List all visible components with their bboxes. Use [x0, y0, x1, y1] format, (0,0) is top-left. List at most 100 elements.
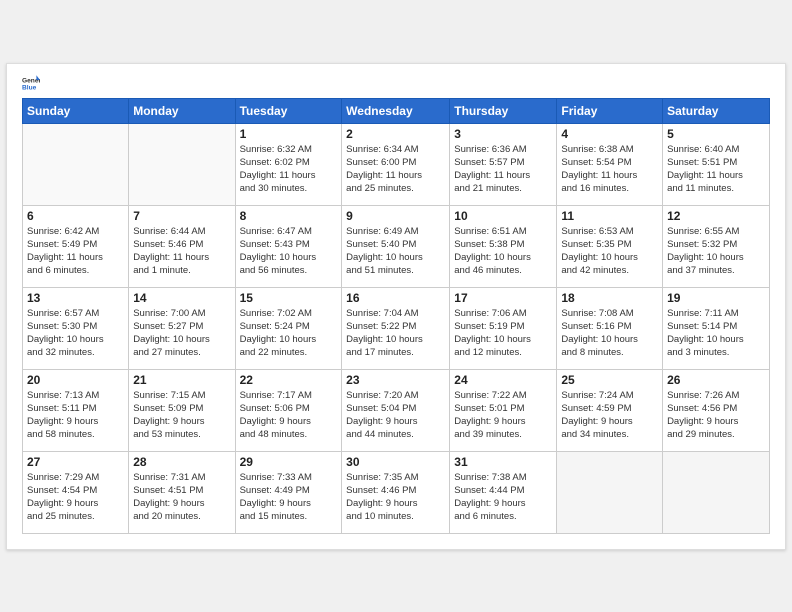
calendar-cell: 19 Sunrise: 7:11 AM Sunset: 5:14 PM Dayli… [663, 287, 770, 369]
calendar-cell: 3 Sunrise: 6:36 AM Sunset: 5:57 PM Daylig… [450, 123, 557, 205]
calendar-cell: 1 Sunrise: 6:32 AM Sunset: 6:02 PM Daylig… [235, 123, 342, 205]
calendar-row-1: 6 Sunrise: 6:42 AM Sunset: 5:49 PM Daylig… [23, 205, 770, 287]
day-info: Sunrise: 6:42 AM Sunset: 5:49 PM Dayligh… [27, 225, 124, 278]
calendar-row-2: 13Sunrise: 6:57 AM Sunset: 5:30 PM Dayli… [23, 287, 770, 369]
calendar-cell [23, 123, 129, 205]
day-number: 2 [346, 127, 445, 141]
weekday-header-thursday: Thursday [450, 98, 557, 123]
calendar-cell: 10Sunrise: 6:51 AM Sunset: 5:38 PM Dayli… [450, 205, 557, 287]
weekday-header-saturday: Saturday [663, 98, 770, 123]
day-number: 22 [240, 373, 338, 387]
calendar-cell: 18 Sunrise: 7:08 AM Sunset: 5:16 PM Dayli… [557, 287, 663, 369]
day-number: 9 [346, 209, 445, 223]
calendar-row-4: 27 Sunrise: 7:29 AM Sunset: 4:54 PM Dayli… [23, 451, 770, 533]
day-info: Sunrise: 6:57 AM Sunset: 5:30 PM Dayligh… [27, 307, 124, 360]
calendar-cell: 8 Sunrise: 6:47 AM Sunset: 5:43 PM Daylig… [235, 205, 342, 287]
calendar-row-3: 20 Sunrise: 7:13 AM Sunset: 5:11 PM Dayli… [23, 369, 770, 451]
day-info: Sunrise: 7:29 AM Sunset: 4:54 PM Dayligh… [27, 471, 124, 524]
day-number: 27 [27, 455, 124, 469]
day-info: Sunrise: 7:06 AM Sunset: 5:19 PM Dayligh… [454, 307, 552, 360]
day-number: 12 [667, 209, 765, 223]
day-number: 26 [667, 373, 765, 387]
calendar-cell: 27 Sunrise: 7:29 AM Sunset: 4:54 PM Dayli… [23, 451, 129, 533]
logo-icon: General Blue [22, 74, 40, 92]
calendar-cell [129, 123, 235, 205]
day-number: 19 [667, 291, 765, 305]
day-info: Sunrise: 7:13 AM Sunset: 5:11 PM Dayligh… [27, 389, 124, 442]
day-info: Sunrise: 7:04 AM Sunset: 5:22 PM Dayligh… [346, 307, 445, 360]
day-info: Sunrise: 7:35 AM Sunset: 4:46 PM Dayligh… [346, 471, 445, 524]
calendar-cell: 6 Sunrise: 6:42 AM Sunset: 5:49 PM Daylig… [23, 205, 129, 287]
day-number: 14 [133, 291, 230, 305]
day-number: 20 [27, 373, 124, 387]
day-info: Sunrise: 7:08 AM Sunset: 5:16 PM Dayligh… [561, 307, 658, 360]
day-info: Sunrise: 7:02 AM Sunset: 5:24 PM Dayligh… [240, 307, 338, 360]
weekday-header-sunday: Sunday [23, 98, 129, 123]
calendar-cell: 29 Sunrise: 7:33 AM Sunset: 4:49 PM Dayli… [235, 451, 342, 533]
calendar-cell: 24 Sunrise: 7:22 AM Sunset: 5:01 PM Dayli… [450, 369, 557, 451]
calendar-cell: 9 Sunrise: 6:49 AM Sunset: 5:40 PM Daylig… [342, 205, 450, 287]
day-number: 1 [240, 127, 338, 141]
day-info: Sunrise: 7:15 AM Sunset: 5:09 PM Dayligh… [133, 389, 230, 442]
day-info: Sunrise: 7:38 AM Sunset: 4:44 PM Dayligh… [454, 471, 552, 524]
calendar-cell: 20 Sunrise: 7:13 AM Sunset: 5:11 PM Dayli… [23, 369, 129, 451]
day-info: Sunrise: 7:33 AM Sunset: 4:49 PM Dayligh… [240, 471, 338, 524]
day-number: 24 [454, 373, 552, 387]
day-number: 25 [561, 373, 658, 387]
day-number: 15 [240, 291, 338, 305]
day-info: Sunrise: 6:47 AM Sunset: 5:43 PM Dayligh… [240, 225, 338, 278]
calendar-cell: 26 Sunrise: 7:26 AM Sunset: 4:56 PM Dayli… [663, 369, 770, 451]
day-number: 18 [561, 291, 658, 305]
day-info: Sunrise: 7:17 AM Sunset: 5:06 PM Dayligh… [240, 389, 338, 442]
day-number: 17 [454, 291, 552, 305]
day-number: 3 [454, 127, 552, 141]
calendar-cell: 17 Sunrise: 7:06 AM Sunset: 5:19 PM Dayli… [450, 287, 557, 369]
calendar-cell: 14 Sunrise: 7:00 AM Sunset: 5:27 PM Dayli… [129, 287, 235, 369]
day-number: 30 [346, 455, 445, 469]
logo: General Blue [22, 74, 44, 92]
day-number: 10 [454, 209, 552, 223]
weekday-header-wednesday: Wednesday [342, 98, 450, 123]
calendar-cell: 23Sunrise: 7:20 AM Sunset: 5:04 PM Dayli… [342, 369, 450, 451]
calendar-cell: 21Sunrise: 7:15 AM Sunset: 5:09 PM Dayli… [129, 369, 235, 451]
calendar-table: SundayMondayTuesdayWednesdayThursdayFrid… [22, 98, 770, 534]
day-info: Sunrise: 6:40 AM Sunset: 5:51 PM Dayligh… [667, 143, 765, 196]
header-section: General Blue [22, 74, 770, 92]
calendar-cell: 4 Sunrise: 6:38 AM Sunset: 5:54 PM Daylig… [557, 123, 663, 205]
day-info: Sunrise: 7:00 AM Sunset: 5:27 PM Dayligh… [133, 307, 230, 360]
day-info: Sunrise: 7:26 AM Sunset: 4:56 PM Dayligh… [667, 389, 765, 442]
calendar-cell: 13Sunrise: 6:57 AM Sunset: 5:30 PM Dayli… [23, 287, 129, 369]
day-info: Sunrise: 6:49 AM Sunset: 5:40 PM Dayligh… [346, 225, 445, 278]
calendar-cell: 11Sunrise: 6:53 AM Sunset: 5:35 PM Dayli… [557, 205, 663, 287]
day-number: 31 [454, 455, 552, 469]
day-number: 8 [240, 209, 338, 223]
day-info: Sunrise: 6:32 AM Sunset: 6:02 PM Dayligh… [240, 143, 338, 196]
calendar-row-0: 1 Sunrise: 6:32 AM Sunset: 6:02 PM Daylig… [23, 123, 770, 205]
day-number: 29 [240, 455, 338, 469]
day-number: 6 [27, 209, 124, 223]
calendar-cell: 5 Sunrise: 6:40 AM Sunset: 5:51 PM Daylig… [663, 123, 770, 205]
calendar-cell: 12Sunrise: 6:55 AM Sunset: 5:32 PM Dayli… [663, 205, 770, 287]
day-number: 16 [346, 291, 445, 305]
weekday-header-tuesday: Tuesday [235, 98, 342, 123]
day-info: Sunrise: 7:31 AM Sunset: 4:51 PM Dayligh… [133, 471, 230, 524]
calendar-cell [663, 451, 770, 533]
calendar-cell: 7Sunrise: 6:44 AM Sunset: 5:46 PM Daylig… [129, 205, 235, 287]
day-info: Sunrise: 6:34 AM Sunset: 6:00 PM Dayligh… [346, 143, 445, 196]
calendar-cell: 31 Sunrise: 7:38 AM Sunset: 4:44 PM Dayli… [450, 451, 557, 533]
day-number: 23 [346, 373, 445, 387]
day-number: 4 [561, 127, 658, 141]
day-info: Sunrise: 7:11 AM Sunset: 5:14 PM Dayligh… [667, 307, 765, 360]
svg-text:Blue: Blue [22, 84, 37, 91]
day-info: Sunrise: 7:24 AM Sunset: 4:59 PM Dayligh… [561, 389, 658, 442]
calendar-cell: 22 Sunrise: 7:17 AM Sunset: 5:06 PM Dayli… [235, 369, 342, 451]
day-info: Sunrise: 6:38 AM Sunset: 5:54 PM Dayligh… [561, 143, 658, 196]
day-number: 5 [667, 127, 765, 141]
day-info: Sunrise: 7:22 AM Sunset: 5:01 PM Dayligh… [454, 389, 552, 442]
day-number: 11 [561, 209, 658, 223]
day-number: 28 [133, 455, 230, 469]
weekday-header-monday: Monday [129, 98, 235, 123]
day-number: 7 [133, 209, 230, 223]
day-info: Sunrise: 6:36 AM Sunset: 5:57 PM Dayligh… [454, 143, 552, 196]
calendar-cell: 28 Sunrise: 7:31 AM Sunset: 4:51 PM Dayli… [129, 451, 235, 533]
